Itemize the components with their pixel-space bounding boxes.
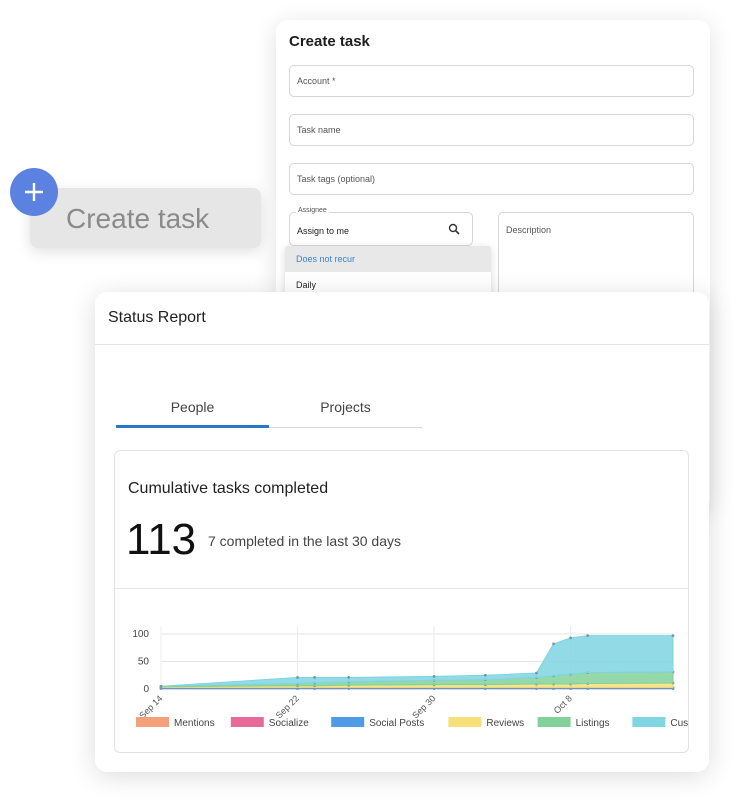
legend-swatch xyxy=(632,717,666,727)
data-point xyxy=(552,642,555,646)
assignee-field[interactable]: Assignee Assign to me xyxy=(289,207,473,246)
panel-divider xyxy=(115,588,688,589)
account-placeholder: Account * xyxy=(297,76,336,86)
panel-title: Cumulative tasks completed xyxy=(128,480,329,497)
legend-swatch xyxy=(331,717,365,727)
cumulative-tasks-panel: Cumulative tasks completed 113 7 complet… xyxy=(114,450,689,753)
description-placeholder: Description xyxy=(506,225,552,235)
status-report-title: Status Report xyxy=(108,309,206,326)
tab-people[interactable]: People xyxy=(116,388,269,428)
status-report-card: Status Report People Projects Cumulative… xyxy=(95,292,709,772)
data-point xyxy=(313,676,316,679)
assignee-value: Assign to me xyxy=(297,226,350,236)
recurrence-option[interactable]: Does not recur xyxy=(285,246,491,272)
create-task-title: Create task xyxy=(289,33,370,50)
legend-label: Reviews xyxy=(486,718,524,729)
create-task-pill-label: Create task xyxy=(66,203,210,234)
account-field[interactable]: Account * xyxy=(289,65,694,97)
assignee-label: Assignee xyxy=(296,207,329,214)
legend-label: Listings xyxy=(576,718,610,729)
y-tick-label: 0 xyxy=(143,684,149,695)
legend-swatch xyxy=(537,717,571,727)
task-name-placeholder: Task name xyxy=(297,125,341,135)
tab-projects[interactable]: Projects xyxy=(269,388,422,428)
total-count: 113 xyxy=(126,515,197,564)
data-point xyxy=(535,671,538,675)
legend-swatch xyxy=(448,717,482,727)
legend-swatch xyxy=(136,717,169,727)
data-point xyxy=(483,673,487,677)
plus-icon xyxy=(25,183,43,201)
task-name-field[interactable]: Task name xyxy=(289,114,694,146)
data-point xyxy=(586,634,590,638)
search-icon[interactable] xyxy=(448,223,460,235)
x-tick-label: Sep 30 xyxy=(410,693,437,720)
cumulative-area-chart: 0 50 100 Sep 14 Sep 22 Sep 30 Oct 8 Mentions Soc… xyxy=(132,626,688,729)
data-point xyxy=(671,634,675,638)
legend-label: Social Posts xyxy=(369,718,424,729)
x-tick-label: Oct 8 xyxy=(552,693,574,715)
legend-swatch xyxy=(230,717,264,727)
y-tick-label: 50 xyxy=(138,657,150,668)
tab-projects-label: Projects xyxy=(320,399,371,415)
recent-completed-text: 7 completed in the last 30 days xyxy=(208,533,402,549)
legend-label: Socialize xyxy=(269,718,309,729)
header-divider xyxy=(95,344,709,345)
data-point xyxy=(347,676,351,679)
tab-people-label: People xyxy=(170,399,215,415)
data-point xyxy=(296,676,299,679)
description-field[interactable]: Description xyxy=(498,212,694,298)
legend-label: Mentions xyxy=(174,718,215,729)
create-task-pill[interactable]: Create task xyxy=(30,188,261,248)
x-tick-label: Sep 14 xyxy=(137,693,164,720)
task-tags-field[interactable]: Task tags (optional) xyxy=(289,163,694,195)
data-point xyxy=(159,684,163,688)
task-tags-placeholder: Task tags (optional) xyxy=(297,174,376,184)
data-point xyxy=(432,674,436,678)
y-tick-label: 100 xyxy=(132,629,149,640)
add-task-button[interactable] xyxy=(10,168,58,216)
legend-label: Custom xyxy=(670,718,688,729)
x-tick-label: Sep 22 xyxy=(274,693,301,720)
data-point xyxy=(569,636,572,640)
